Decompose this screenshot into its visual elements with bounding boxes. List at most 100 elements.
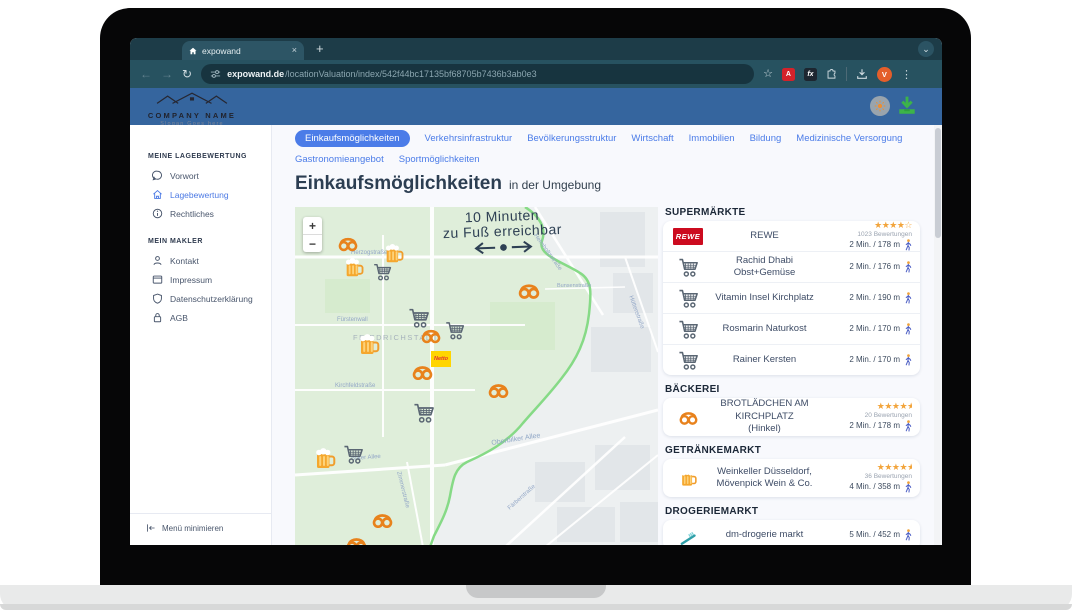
list-item-vitamin-insel[interactable]: Vitamin Insel Kirchplatz 2 Min. / 190 m [663, 283, 920, 314]
map-pretzel-icon[interactable] [345, 535, 368, 545]
sidebar-item-agb[interactable]: AGB [130, 308, 271, 327]
map[interactable]: Herzogstraße Fürstenwall Kirchfeldstraße… [295, 207, 658, 545]
zoom-in-button[interactable]: + [303, 217, 322, 234]
tab-immobilien[interactable]: Immobilien [689, 133, 735, 144]
pdf-extension-icon[interactable]: A [782, 68, 795, 81]
extensions-puzzle-icon[interactable] [826, 69, 837, 80]
tab-sportmoeglichkeiten[interactable]: Sportmöglichkeiten [399, 154, 480, 165]
list-item-rewe[interactable]: REWE REWE ★★★★☆ 1023 Bewertungen 2 Min. … [663, 221, 920, 252]
scrollbar-thumb[interactable] [935, 128, 941, 238]
company-logo[interactable]: COMPANY NAME Slogan Goes here [146, 92, 238, 127]
review-count: 1023 Bewertungen [857, 231, 912, 238]
walking-person-icon [904, 323, 912, 335]
walk-time: 2 Min. / 178 m [849, 420, 912, 432]
sidebar-item-kontakt[interactable]: Kontakt [130, 251, 271, 270]
walking-person-icon [904, 261, 912, 273]
fx-extension-icon[interactable]: fx [804, 68, 817, 81]
place-name: dm-drogerie markt [705, 529, 824, 541]
map-pretzel-icon[interactable] [487, 381, 510, 399]
downloads-icon[interactable] [856, 68, 868, 80]
new-tab-button[interactable]: + [316, 40, 324, 58]
forward-icon[interactable]: → [161, 68, 173, 80]
map-cart-icon[interactable] [343, 445, 364, 464]
street-label: Bunsenstraße [557, 283, 591, 289]
bookmark-star-icon[interactable]: ☆ [763, 69, 773, 80]
browser-profile-avatar[interactable]: V [877, 67, 892, 82]
reload-icon[interactable]: ↻ [182, 68, 192, 80]
url-bar[interactable]: expowand.de /locationValuation/index/542… [201, 64, 754, 84]
map-cart-icon[interactable] [413, 403, 435, 423]
sidebar: MEINE LAGEBEWERTUNG Vorwort Lagebewertun… [130, 125, 272, 545]
star-rating: ★★★★☆ [874, 221, 912, 230]
map-cart-icon[interactable] [408, 308, 430, 328]
tab-medizinische-versorgung[interactable]: Medizinische Versorgung [796, 133, 902, 144]
laptop-base [0, 585, 1072, 610]
list-item-rosmarin[interactable]: Rosmarin Naturkost 2 Min. / 170 m [663, 314, 920, 345]
section-title-supermaerkte: SUPERMÄRKTE [665, 207, 920, 218]
map-annotation: 10 Minuten zu Fuß erreichbar [394, 207, 611, 263]
place-name: Rosmarin Naturkost [705, 323, 824, 335]
map-beer-mug-icon[interactable] [357, 333, 381, 357]
person-icon [152, 255, 163, 266]
back-icon[interactable]: ← [140, 68, 152, 80]
walking-person-icon [904, 529, 912, 541]
map-pretzel-icon[interactable] [371, 511, 394, 529]
map-beer-mug-icon[interactable] [343, 257, 365, 279]
list-item-rainer-kersten[interactable]: Rainer Kersten 2 Min. / 170 m [663, 345, 920, 375]
sidebar-minimize-button[interactable]: Menü minimieren [130, 513, 271, 545]
star-rating: ★★★★★ [877, 402, 912, 411]
user-avatar[interactable] [870, 96, 890, 116]
map-pretzel-icon[interactable] [337, 235, 359, 252]
sidebar-item-rechtliches[interactable]: Rechtliches [130, 204, 271, 223]
rewe-logo: REWE [673, 228, 704, 245]
tab-close-icon[interactable]: × [292, 46, 297, 55]
map-pretzel-icon[interactable] [517, 281, 541, 300]
tab-einkaufsmoeglichkeiten[interactable]: Einkaufsmöglichkeiten [295, 130, 410, 147]
site-settings-icon[interactable] [210, 69, 221, 79]
browser-menu-icon[interactable]: ⋮ [901, 68, 912, 81]
page-title-block: Einkaufsmöglichkeiten in der Umgebung [295, 173, 942, 199]
browser-tab[interactable]: expowand × [182, 41, 304, 60]
lock-icon [152, 312, 163, 323]
app-header: COMPANY NAME Slogan Goes here [130, 88, 942, 125]
map-beer-mug-icon[interactable] [313, 447, 337, 471]
review-count: 20 Bewertungen [865, 412, 912, 419]
sidebar-item-lagebewertung[interactable]: Lagebewertung [130, 185, 271, 204]
tab-wirtschaft[interactable]: Wirtschaft [631, 133, 673, 144]
map-pretzel-icon[interactable] [411, 363, 434, 381]
category-tabs-row-2: Gastronomieangebot Sportmöglichkeiten [295, 151, 942, 167]
roofline-logo-icon [155, 92, 229, 105]
shield-icon [152, 293, 163, 304]
sidebar-item-vorwort[interactable]: Vorwort [130, 166, 271, 185]
map-netto-logo[interactable]: Netto [431, 351, 451, 367]
sidebar-item-datenschutz[interactable]: Datenschutzerklärung [130, 289, 271, 308]
map-cart-icon[interactable] [373, 263, 392, 281]
map-pretzel-icon[interactable] [420, 327, 442, 344]
sidebar-item-impressum[interactable]: Impressum [130, 270, 271, 289]
tab-bildung[interactable]: Bildung [750, 133, 782, 144]
sun-icon [874, 100, 886, 112]
page-title: Einkaufsmöglichkeiten [295, 173, 502, 195]
shopping-cart-icon [678, 258, 699, 277]
page-subtitle: in der Umgebung [509, 178, 601, 192]
zoom-out-button[interactable]: − [303, 234, 322, 252]
section-title-baeckerei: BÄCKEREI [665, 384, 920, 395]
tab-verkehrsinfrastruktur[interactable]: Verkehrsinfrastruktur [425, 133, 513, 144]
url-path: /locationValuation/index/542f44bc17135bf… [285, 69, 537, 79]
drugstore-card: dm-drogerie markt 5 Min. / 452 m [663, 520, 920, 545]
list-item-rachid-dhabi[interactable]: Rachid Dhabi Obst+Gemüse 2 Min. / 176 m [663, 252, 920, 283]
shopping-cart-icon [678, 320, 699, 339]
list-item-brotlaedchen[interactable]: BROTLÄDCHEN AM KIRCHPLATZ(Hinkel) ★★★★★ … [663, 398, 920, 436]
list-item-weinkeller[interactable]: Weinkeller Düsseldorf,Mövenpick Wein & C… [663, 459, 920, 497]
section-title-getraenkemarkt: GETRÄNKEMARKT [665, 445, 920, 456]
street-label: Kirchfeldstraße [335, 383, 375, 389]
street-label: Fürstenwall [337, 317, 368, 323]
download-report-button[interactable] [896, 95, 918, 117]
tab-title: expowand [202, 46, 241, 56]
tab-gastronomieangebot[interactable]: Gastronomieangebot [295, 154, 384, 165]
list-item-dm[interactable]: dm-drogerie markt 5 Min. / 452 m [663, 520, 920, 545]
place-name: BROTLÄDCHEN AM KIRCHPLATZ(Hinkel) [705, 398, 824, 435]
map-cart-icon[interactable] [445, 321, 465, 340]
tab-bevoelkerungsstruktur[interactable]: Bevölkerungsstruktur [527, 133, 616, 144]
tab-search-chevron-icon[interactable]: ⌄ [918, 41, 934, 57]
